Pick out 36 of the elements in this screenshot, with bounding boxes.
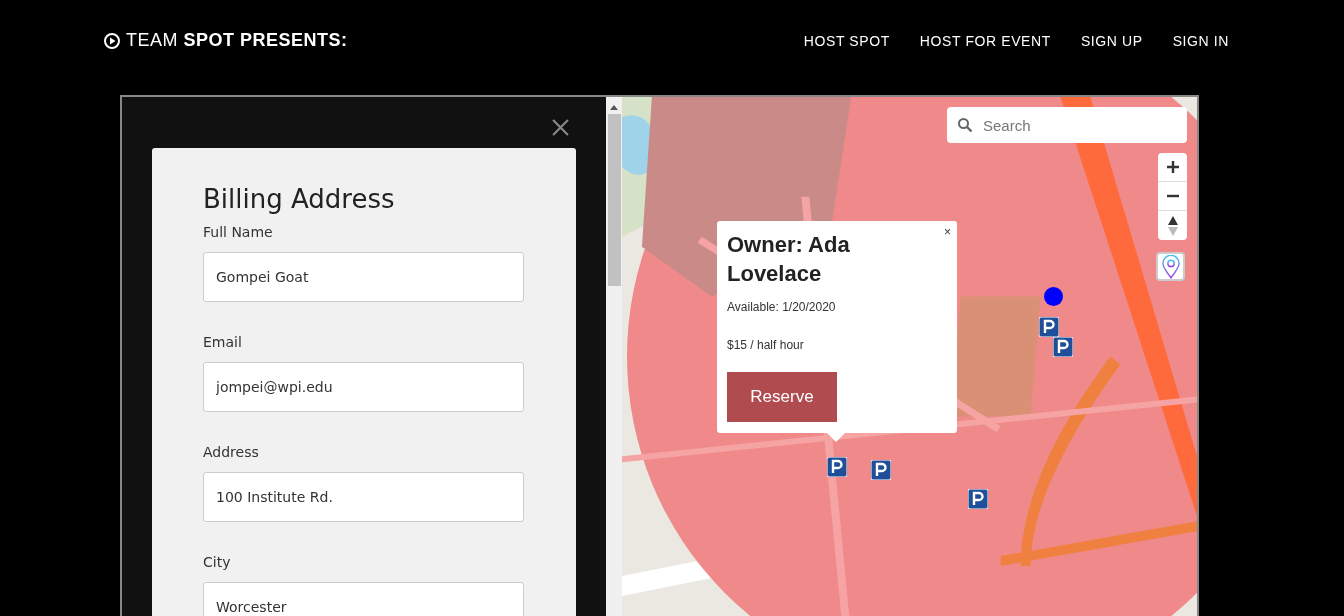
- field-label: City: [203, 554, 232, 570]
- field-label: Full Name: [203, 224, 274, 240]
- site-logo[interactable]: TEAM SPOT PRESENTS:: [126, 30, 348, 51]
- minus-icon: [1166, 194, 1179, 198]
- parking-marker-icon[interactable]: [871, 460, 891, 480]
- popup-close-button[interactable]: ×: [944, 225, 951, 239]
- nav-link[interactable]: HOST SPOT: [803, 32, 890, 49]
- available-date: Available: 1/20/2020: [727, 300, 837, 315]
- input-field[interactable]: jompei@wpi.edu: [203, 362, 524, 412]
- scrollbar[interactable]: [606, 97, 622, 616]
- nav-link[interactable]: SIGN UP: [1080, 32, 1143, 49]
- location-pin-icon: [1161, 254, 1180, 279]
- scroll-up-icon[interactable]: [610, 105, 618, 110]
- close-icon[interactable]: [552, 119, 569, 136]
- plus-icon: [1166, 161, 1179, 173]
- reserve-button[interactable]: Reserve: [727, 372, 837, 423]
- form-title: Billing Address: [203, 184, 396, 214]
- parking-marker-icon[interactable]: [968, 489, 988, 509]
- input-field[interactable]: 100 Institute Rd.: [203, 472, 524, 522]
- input-field[interactable]: Gompei Goat: [203, 252, 524, 302]
- parking-marker-icon[interactable]: [1039, 317, 1059, 337]
- locate-button[interactable]: [1156, 252, 1185, 281]
- nav-link[interactable]: HOST FOR EVENT: [919, 32, 1051, 49]
- play-icon: [104, 32, 120, 49]
- input-field[interactable]: Worcester: [203, 582, 524, 616]
- compass-icon: [1167, 215, 1178, 236]
- nav-link[interactable]: SIGN IN: [1172, 32, 1229, 49]
- scroll-thumb[interactable]: [607, 114, 621, 286]
- parking-marker-icon[interactable]: [827, 457, 847, 477]
- search-icon: [957, 117, 973, 133]
- field-label: Address: [203, 444, 260, 460]
- search-field[interactable]: Search: [947, 107, 1187, 143]
- parking-marker-icon[interactable]: [1053, 337, 1073, 357]
- field-label: Email: [203, 334, 243, 350]
- price-text: $15 / half hour: [727, 338, 805, 353]
- owner-title: Owner: Ada Lovelace: [727, 231, 851, 288]
